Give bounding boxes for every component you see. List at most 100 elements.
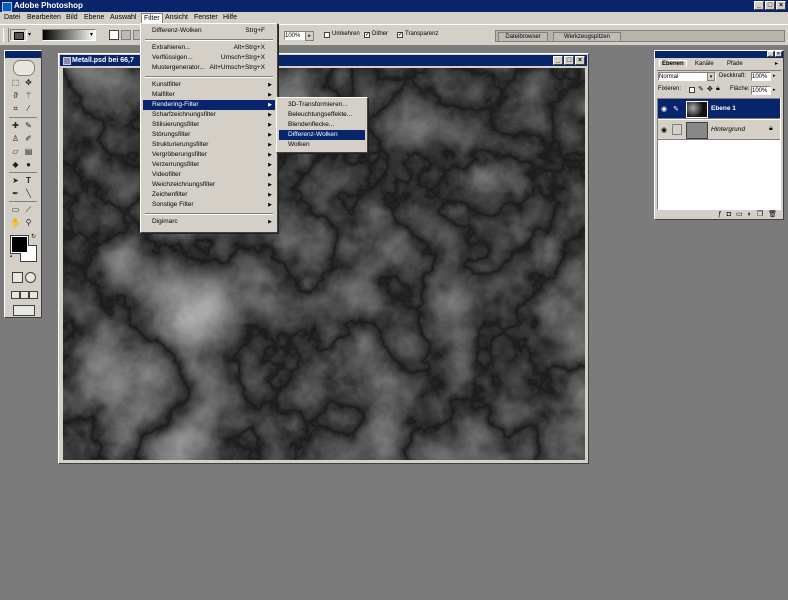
radial-gradient-button[interactable] (121, 30, 131, 40)
preset-dropdown-arrow[interactable]: ▾ (28, 31, 31, 38)
brush-tool-icon[interactable]: ✎ (23, 120, 34, 131)
visibility-eye-icon[interactable]: ◉ (661, 126, 667, 134)
link-slot[interactable] (672, 124, 682, 135)
path-selection-icon[interactable]: ➤ (10, 175, 21, 186)
adjustment-layer-icon[interactable]: ◐ (748, 211, 752, 219)
tab-dateibrowser[interactable]: Dateibrowser (498, 32, 548, 42)
gradient-dropdown-arrow[interactable]: ▾ (90, 31, 93, 38)
delete-layer-icon[interactable]: 🗑︎ (768, 211, 777, 219)
doc-maximize-button[interactable]: □ (564, 56, 574, 65)
menu-item-strukturierungsfilter[interactable]: Strukturierungsfilter ▶ (143, 140, 275, 150)
gradient-picker[interactable] (42, 29, 96, 41)
eyedropper-icon[interactable]: ⟋ (23, 204, 34, 215)
menu-item-videofilter[interactable]: Videofilter ▶ (143, 170, 275, 180)
layer-opacity-input[interactable]: 100% (751, 72, 771, 81)
menu-item-vergroeberungsfilter[interactable]: Vergröberungsfilter ▶ (143, 150, 275, 160)
panel-menu-arrow[interactable]: ▸ (775, 60, 778, 67)
menu-item-mustergenerator[interactable]: Mustergenerator... Alt+Umsch+Strg+X (143, 63, 275, 73)
crop-tool-icon[interactable]: ⌗ (10, 103, 21, 114)
menu-ebene[interactable]: Ebene (82, 12, 106, 24)
menu-item-weichzeichnungsfilter[interactable]: Weichzeichnungsfilter ▶ (143, 180, 275, 190)
menu-item-extrahieren[interactable]: Extrahieren... Alt+Strg+X (143, 43, 275, 53)
submenu-item-blendenflecke[interactable]: Blendenflecke... (279, 120, 365, 130)
blend-mode-arrow[interactable]: ▾ (707, 72, 715, 81)
opacity-arrow[interactable]: ▸ (305, 31, 314, 41)
clone-stamp-icon[interactable]: ♙ (10, 133, 21, 144)
transparency-checkbox[interactable]: ✓ (397, 32, 403, 38)
menu-datei[interactable]: Datei (2, 12, 22, 24)
menu-item-malfilter[interactable]: Malfilter ▶ (143, 90, 275, 100)
jump-to-imageready-icon[interactable] (13, 305, 35, 316)
menu-bearbeiten[interactable]: Bearbeiten (25, 12, 63, 24)
layer-row[interactable]: ◉ ✎ Ebene 1 (658, 99, 780, 119)
menu-item-stoerungsfilter[interactable]: Störungsfilter ▶ (143, 130, 275, 140)
doc-close-button[interactable]: × (575, 56, 585, 65)
dither-checkbox[interactable]: ✓ (364, 32, 370, 38)
brush-link-icon[interactable]: ✎ (673, 105, 679, 113)
new-layer-icon[interactable]: ❐ (757, 211, 763, 219)
submenu-item-3d-transform[interactable]: 3D-Transformieren... (279, 100, 365, 110)
menu-item-last-filter[interactable]: Differenz-Wolken Strg+F (143, 26, 275, 36)
blur-tool-icon[interactable]: ◆ (10, 159, 21, 170)
tab-werkzeugspitzen[interactable]: Werkzeugspitzen (553, 32, 621, 42)
layers-close-button[interactable]: × (775, 51, 782, 57)
notes-tool-icon[interactable]: ▭ (10, 204, 21, 215)
submenu-item-wolken[interactable]: Wolken (279, 140, 365, 150)
pen-tool-icon[interactable]: ✒ (10, 188, 21, 199)
tool-preset-picker[interactable] (10, 29, 27, 41)
fill-arrow[interactable]: ▸ (773, 87, 776, 93)
minimize-button[interactable]: _ (754, 1, 764, 10)
lock-all-icon[interactable]: 🔒︎ (716, 85, 720, 93)
lasso-tool-icon[interactable]: ϑ (10, 90, 21, 101)
screen-mode-full-icon[interactable] (29, 291, 38, 299)
menu-item-zeichenfilter[interactable]: Zeichenfilter ▶ (143, 190, 275, 200)
submenu-item-differenz-wolken[interactable]: Differenz-Wolken (279, 130, 365, 140)
menu-item-stilisierungsfilter[interactable]: Stilisierungsfilter ▶ (143, 120, 275, 130)
submenu-item-beleuchtungseffekte[interactable]: Beleuchtungseffekte... (279, 110, 365, 120)
standard-mode-icon[interactable] (12, 272, 23, 283)
menu-item-digimarc[interactable]: Digimarc ▶ (143, 217, 275, 227)
menu-item-kunstfilter[interactable]: Kunstfilter ▶ (143, 80, 275, 90)
dodge-tool-icon[interactable]: ● (23, 159, 34, 170)
screen-mode-standard-icon[interactable] (11, 291, 20, 299)
layers-minimize-button[interactable]: _ (767, 51, 774, 57)
opacity-input[interactable]: 100% (284, 31, 306, 40)
fill-input[interactable]: 100% (751, 86, 771, 95)
marquee-tool-icon[interactable]: ⬚ (10, 77, 21, 88)
close-button[interactable]: × (776, 1, 786, 10)
menu-auswahl[interactable]: Auswahl (108, 12, 138, 24)
type-tool-icon[interactable]: T (23, 175, 34, 186)
default-colors-icon[interactable]: ▪ (10, 254, 12, 260)
healing-brush-icon[interactable]: ✚ (10, 120, 21, 131)
gradient-tool-icon-toolbox[interactable]: ▤ (23, 146, 34, 157)
layer-style-icon[interactable]: ƒ (718, 211, 722, 219)
adobe-online-icon[interactable] (13, 60, 35, 76)
slice-tool-icon[interactable]: ⁄ (23, 103, 34, 114)
new-set-icon[interactable]: ▭ (736, 211, 743, 219)
layer-row[interactable]: ◉ Hintergrund 🔒︎ (658, 120, 780, 140)
magic-wand-icon[interactable]: ⚚ (23, 90, 34, 101)
menu-item-scharfzeichnungsfilter[interactable]: Scharfzeichnungsfilter ▶ (143, 110, 275, 120)
screen-mode-full-menu-icon[interactable] (20, 291, 29, 299)
hand-tool-icon[interactable]: ✋ (10, 217, 21, 228)
menu-bild[interactable]: Bild (64, 12, 80, 24)
tab-kanaele[interactable]: Kanäle (695, 61, 714, 67)
swap-colors-icon[interactable]: ↻ (31, 233, 36, 240)
foreground-color-swatch-top[interactable] (11, 236, 28, 253)
zoom-tool-icon[interactable]: ⚲ (23, 217, 34, 228)
quick-mask-icon[interactable] (25, 272, 36, 283)
shape-tool-icon[interactable]: ╲ (23, 188, 34, 199)
maximize-button[interactable]: □ (765, 1, 775, 10)
move-tool-icon[interactable]: ✥ (23, 77, 34, 88)
eraser-tool-icon[interactable]: ▱ (10, 146, 21, 157)
add-mask-icon[interactable]: ◘ (727, 211, 731, 219)
visibility-eye-icon[interactable]: ◉ (661, 105, 667, 113)
tab-ebenen[interactable]: Ebenen (659, 60, 687, 67)
menu-item-sonstige-filter[interactable]: Sonstige Filter ▶ (143, 200, 275, 210)
linear-gradient-button[interactable] (109, 30, 119, 40)
layer-opacity-arrow[interactable]: ▸ (773, 73, 776, 79)
menu-item-verzerrungsfilter[interactable]: Verzerrungsfilter ▶ (143, 160, 275, 170)
doc-minimize-button[interactable]: _ (553, 56, 563, 65)
lock-position-icon[interactable]: ✥ (707, 85, 713, 93)
lock-image-icon[interactable]: ✎ (698, 85, 704, 93)
